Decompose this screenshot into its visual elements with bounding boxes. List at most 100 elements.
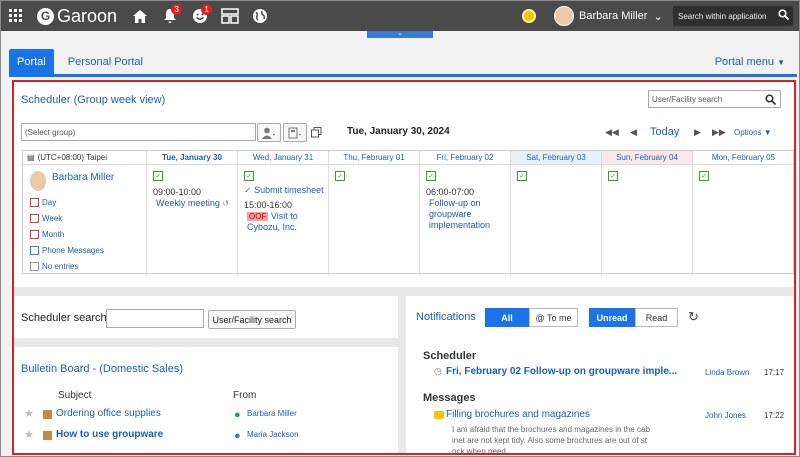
day-header-thu[interactable]: Thu, February 01 [329, 151, 419, 165]
add-event-icon[interactable]: ✓ [608, 171, 618, 181]
presence-status-icon[interactable] [522, 9, 536, 23]
bell-icon[interactable]: 3 [155, 1, 185, 31]
refresh-icon[interactable]: ↻ [688, 309, 699, 325]
add-event-icon[interactable]: ✓ [517, 171, 527, 181]
add-event-icon[interactable]: ✓ [426, 171, 436, 181]
thread-subject[interactable]: Ordering office supplies [56, 408, 161, 419]
portal-layout-icon[interactable] [215, 1, 245, 31]
tab-personal-portal[interactable]: Personal Portal [60, 49, 151, 74]
day-header-sun[interactable]: Sun, February 04 [602, 151, 692, 165]
no-entries-link[interactable]: No entries [30, 258, 104, 274]
table-row[interactable]: ★ Ordering office supplies ● Barbara Mil… [24, 407, 384, 423]
scheduler-title[interactable]: Scheduler (Group week view) [21, 94, 165, 106]
caret-down-icon: ▼ [777, 58, 785, 67]
day-header-fri[interactable]: Fri, February 02 [420, 151, 510, 165]
notification-item[interactable]: Filling brochures and magazines John Jon… [434, 409, 785, 453]
notification-time: 17:22 [764, 411, 785, 420]
day-header-tue[interactable]: Tue, January 30 [147, 151, 237, 165]
notification-user[interactable]: Linda Brown [705, 368, 749, 377]
presence-icon [30, 261, 39, 271]
notification-subject[interactable]: Filling brochures and magazines [446, 409, 590, 420]
notification-item[interactable]: ◷ Fri, February 02 Follow-up on groupwar… [434, 366, 784, 380]
scheduler-panel: Scheduler (Group week view) User/Facilit… [14, 82, 794, 287]
next-week-icon[interactable]: ▶▶ [712, 127, 726, 138]
scheduler-search-input[interactable] [106, 309, 204, 328]
clock-icon: ◷ [434, 366, 442, 376]
facility-search-input[interactable]: User/Facility search [648, 90, 781, 108]
day-header-mon[interactable]: Mon, February 05 [693, 151, 794, 165]
app-search-input[interactable]: Search within application [673, 6, 793, 26]
add-event-icon[interactable]: ✓ [244, 171, 254, 181]
star-icon[interactable]: ★ [24, 407, 34, 420]
day-header-sat[interactable]: Sat, February 03 [511, 151, 601, 165]
thread-subject[interactable]: How to use groupware [56, 429, 163, 440]
user-picker-button[interactable] [257, 123, 281, 142]
filter-to-me[interactable]: @ To me [529, 308, 578, 327]
garoon-logo-icon: G [37, 7, 54, 25]
event-time: 09:00-10:00 [153, 187, 202, 197]
group-select[interactable]: (Select group) [21, 123, 256, 141]
add-event-icon[interactable]: ✓ [335, 171, 345, 181]
portal-menu-link[interactable]: Portal menu ▼ [715, 56, 785, 68]
scheduler-search-panel: Scheduler search User/Facility search [14, 296, 398, 338]
garoon-logo[interactable]: G Garoon [37, 6, 117, 27]
thread-author[interactable]: Maria Jackson [247, 430, 299, 439]
smiley-icon[interactable]: 1 [185, 1, 215, 31]
event-weekly-meeting[interactable]: Weekly meeting ↺ [156, 198, 237, 209]
tab-underline [9, 74, 797, 77]
add-event-icon[interactable]: ✓ [699, 171, 709, 181]
filter-read[interactable]: Read [635, 308, 678, 327]
month-view-link[interactable]: Month [30, 226, 104, 242]
user-menu[interactable]: Barbara Miller ⌄ [522, 1, 663, 31]
week-view-link[interactable]: Week [30, 210, 104, 226]
phone-icon [30, 245, 39, 255]
facility-picker-button[interactable] [283, 123, 307, 142]
event-follow-up[interactable]: Follow-up on groupware implementation [429, 198, 505, 231]
current-date: Tue, January 30, 2024 [347, 126, 450, 137]
bulletin-board-title[interactable]: Bulletin Board - (Domestic Sales) [21, 363, 183, 375]
phone-messages-link[interactable]: Phone Messages [30, 242, 104, 258]
notifications-panel: Notifications All @ To me Unread Read ↻ … [406, 296, 794, 453]
thread-icon [43, 431, 52, 440]
day-column-tue: Tue, January 30 ✓ 09:00-10:00 Weekly mee… [147, 151, 238, 275]
notification-time: 17:17 [764, 368, 785, 377]
user-avatar [554, 6, 574, 26]
user-avatar [30, 171, 46, 191]
checkmark-icon: ✓ [244, 185, 252, 195]
task-submit-timesheet[interactable]: ✓ Submit timesheet [244, 185, 328, 196]
calendar-week-icon [30, 213, 39, 223]
table-row[interactable]: ★ How to use groupware ● Maria Jackson [24, 428, 384, 444]
day-column-fri: Fri, February 02 ✓ 06:00-07:00 Follow-up… [420, 151, 511, 275]
home-icon[interactable] [125, 1, 155, 31]
star-icon[interactable]: ★ [24, 428, 34, 441]
day-column-sat: Sat, February 03 ✓ [511, 151, 602, 275]
filter-all[interactable]: All [485, 308, 529, 327]
portal-tabs: Portal Personal Portal [9, 49, 151, 74]
thread-author[interactable]: Barbara Miller [247, 409, 297, 418]
globe-icon[interactable] [245, 1, 275, 31]
user-facility-search-button[interactable]: User/Facility search [208, 310, 296, 329]
user-name-link[interactable]: Barbara Miller [52, 172, 114, 183]
copy-icon[interactable] [311, 127, 322, 141]
prev-day-icon[interactable]: ◀ [630, 127, 637, 138]
event-visit-cybozu[interactable]: OOF Visit to Cybozu, Inc. [247, 211, 328, 233]
notification-subject[interactable]: Fri, February 02 Follow-up on groupware … [446, 366, 677, 377]
prev-week-icon[interactable]: ◀◀ [605, 127, 619, 138]
next-day-icon[interactable]: ▶ [694, 127, 701, 138]
search-icon[interactable] [778, 9, 790, 22]
day-header-wed[interactable]: Wed, January 31 [238, 151, 328, 165]
add-event-icon[interactable]: ✓ [153, 171, 163, 181]
search-icon[interactable] [765, 94, 777, 107]
section-heading-scheduler: Scheduler [423, 350, 477, 362]
app-menu-icon[interactable] [1, 1, 31, 31]
chevron-down-icon: ⌄ [653, 10, 663, 23]
filter-unread[interactable]: Unread [589, 308, 635, 327]
day-column-mon: Mon, February 05 ✓ [693, 151, 794, 275]
options-menu[interactable]: Options ▼ [734, 128, 772, 137]
day-view-link[interactable]: Day [30, 194, 104, 210]
favorite-count-badge: 1 [201, 4, 213, 15]
today-link[interactable]: Today [650, 126, 679, 138]
notification-user[interactable]: John Jones [705, 411, 746, 420]
tab-portal[interactable]: Portal [9, 49, 54, 74]
collapse-header-handle[interactable]: ⌄ [367, 30, 433, 38]
